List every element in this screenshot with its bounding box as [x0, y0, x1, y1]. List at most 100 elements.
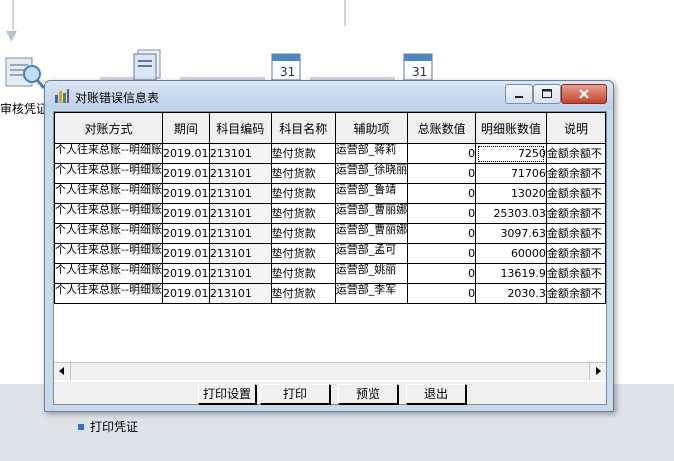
period-cell[interactable]: 2019.01: [161, 223, 210, 244]
code-cell[interactable]: 213101: [208, 263, 272, 284]
ledger-value-cell[interactable]: 0: [407, 283, 477, 304]
column-header[interactable]: 明细账数值: [475, 112, 547, 144]
detail-value-cell[interactable]: 2030.3: [475, 283, 547, 304]
method-cell[interactable]: 个人往来总账--明细账: [54, 283, 163, 304]
detail-value-cell[interactable]: 60000: [475, 243, 547, 264]
table-row[interactable]: 个人往来总账--明细账 2019.01 213101 垫付货款 运营部_鲁靖 0…: [54, 183, 606, 204]
column-header[interactable]: 说明: [545, 112, 606, 144]
ledger-value-cell[interactable]: 0: [407, 203, 477, 224]
name-cell[interactable]: 垫付货款: [270, 143, 336, 164]
dialog-titlebar[interactable]: 对账错误信息表: [45, 81, 613, 109]
print-voucher-link[interactable]: 打印凭证: [78, 418, 138, 435]
table-row[interactable]: 个人往来总账--明细账 2019.01 213101 垫付货款 运营部_曹丽娜 …: [54, 203, 606, 224]
close-button[interactable]: [561, 84, 607, 104]
minimize-button[interactable]: [505, 84, 533, 104]
method-cell[interactable]: 个人往来总账--明细账: [54, 223, 163, 244]
period-cell[interactable]: 2019.01: [161, 203, 210, 224]
ledger-value-cell[interactable]: 0: [407, 183, 477, 204]
aux-cell[interactable]: 运营部_姚丽: [334, 263, 409, 284]
print-voucher-label[interactable]: 打印凭证: [90, 418, 138, 435]
note-cell[interactable]: 金额余额不: [545, 283, 606, 304]
aux-cell[interactable]: 运营部_徐晓丽: [334, 163, 409, 184]
exit-button[interactable]: 退出: [406, 384, 466, 404]
detail-value-cell[interactable]: 3097.63: [475, 223, 547, 244]
note-cell[interactable]: 金额余额不: [545, 223, 606, 244]
note-cell[interactable]: 金额余额不: [545, 143, 606, 164]
column-header[interactable]: 期间: [161, 112, 210, 144]
code-cell[interactable]: 213101: [208, 283, 272, 304]
period-cell[interactable]: 2019.01: [161, 243, 210, 264]
aux-cell[interactable]: 运营部_鲁靖: [334, 183, 409, 204]
ledger-value-cell[interactable]: 0: [407, 243, 477, 264]
ledger-value-cell[interactable]: 0: [407, 163, 477, 184]
aux-cell[interactable]: 运营部_曹丽娜: [334, 203, 409, 224]
table-row[interactable]: 个人往来总账--明细账 2019.01 213101 垫付货款 运营部_蒋莉 0…: [54, 143, 606, 164]
code-cell[interactable]: 213101: [208, 223, 272, 244]
table-row[interactable]: 个人往来总账--明细账 2019.01 213101 垫付货款 运营部_姚丽 0…: [54, 263, 606, 284]
name-cell[interactable]: 垫付货款: [270, 203, 336, 224]
detail-value-cell[interactable]: 25303.03: [475, 203, 547, 224]
name-cell[interactable]: 垫付货款: [270, 263, 336, 284]
code-cell[interactable]: 213101: [208, 243, 272, 264]
name-cell[interactable]: 垫付货款: [270, 183, 336, 204]
name-cell[interactable]: 垫付货款: [270, 243, 336, 264]
ledger-value-cell[interactable]: 0: [407, 223, 477, 244]
note-cell[interactable]: 金额余额不: [545, 183, 606, 204]
code-cell[interactable]: 213101: [208, 163, 272, 184]
scroll-left-button[interactable]: [54, 363, 71, 380]
detail-value-cell[interactable]: 71706: [475, 163, 547, 184]
detail-value-cell[interactable]: 13020: [475, 183, 547, 204]
note-cell[interactable]: 金额余额不: [545, 263, 606, 284]
method-cell[interactable]: 个人往来总账--明细账: [54, 203, 163, 224]
code-cell[interactable]: 213101: [208, 203, 272, 224]
note-cell[interactable]: 金额余额不: [545, 203, 606, 224]
period-cell[interactable]: 2019.01: [161, 283, 210, 304]
code-cell[interactable]: 213101: [208, 183, 272, 204]
audit-voucher-label[interactable]: 审核凭证: [0, 100, 48, 117]
maximize-button[interactable]: [533, 84, 561, 104]
flow-line: [12, 0, 14, 30]
horizontal-scrollbar[interactable]: [54, 362, 606, 380]
note-cell[interactable]: 金额余额不: [545, 163, 606, 184]
aux-cell[interactable]: 运营部_蒋莉: [334, 143, 409, 164]
print-button[interactable]: 打印: [260, 384, 330, 404]
code-cell[interactable]: 213101: [208, 143, 272, 164]
svg-text:31: 31: [280, 65, 295, 79]
name-cell[interactable]: 垫付货款: [270, 223, 336, 244]
table-row[interactable]: 个人往来总账--明细账 2019.01 213101 垫付货款 运营部_徐晓丽 …: [54, 163, 606, 184]
period-cell[interactable]: 2019.01: [161, 163, 210, 184]
detail-value-cell[interactable]: 13619.9: [475, 263, 547, 284]
svg-text:31: 31: [412, 65, 427, 79]
print-setup-button[interactable]: 打印设置: [198, 384, 256, 404]
preview-button[interactable]: 预览: [338, 384, 398, 404]
method-cell[interactable]: 个人往来总账--明细账: [54, 243, 163, 264]
column-header[interactable]: 辅助项: [334, 112, 409, 144]
method-cell[interactable]: 个人往来总账--明细账: [54, 163, 163, 184]
table-row[interactable]: 个人往来总账--明细账 2019.01 213101 垫付货款 运营部_曹丽娜 …: [54, 223, 606, 244]
table-row[interactable]: 个人往来总账--明细账 2019.01 213101 垫付货款 运营部_李军 0…: [54, 283, 606, 304]
ledger-value-cell[interactable]: 0: [407, 143, 477, 164]
name-cell[interactable]: 垫付货款: [270, 283, 336, 304]
method-cell[interactable]: 个人往来总账--明细账: [54, 143, 163, 164]
column-header[interactable]: 科目名称: [270, 112, 336, 144]
column-header[interactable]: 对账方式: [54, 112, 163, 144]
error-grid[interactable]: 对账方式 期间 科目编码 科目名称 辅助项 总账数值 明细账数值 说明 个人往来…: [54, 112, 606, 364]
method-cell[interactable]: 个人往来总账--明细账: [54, 263, 163, 284]
column-header[interactable]: 总账数值: [407, 112, 477, 144]
scroll-right-button[interactable]: [589, 363, 606, 380]
note-cell[interactable]: 金额余额不: [545, 243, 606, 264]
period-cell[interactable]: 2019.01: [161, 143, 210, 164]
name-cell[interactable]: 垫付货款: [270, 163, 336, 184]
column-header[interactable]: 科目编码: [208, 112, 272, 144]
detail-value-cell[interactable]: 7250: [475, 143, 547, 164]
flow-arrow-down-icon: ▼: [6, 28, 17, 44]
audit-voucher-icon[interactable]: [2, 52, 46, 95]
period-cell[interactable]: 2019.01: [161, 183, 210, 204]
period-cell[interactable]: 2019.01: [161, 263, 210, 284]
aux-cell[interactable]: 运营部_曹丽娜: [334, 223, 409, 244]
aux-cell[interactable]: 运营部_孟可: [334, 243, 409, 264]
aux-cell[interactable]: 运营部_李军: [334, 283, 409, 304]
method-cell[interactable]: 个人往来总账--明细账: [54, 183, 163, 204]
table-row[interactable]: 个人往来总账--明细账 2019.01 213101 垫付货款 运营部_孟可 0…: [54, 243, 606, 264]
ledger-value-cell[interactable]: 0: [407, 263, 477, 284]
